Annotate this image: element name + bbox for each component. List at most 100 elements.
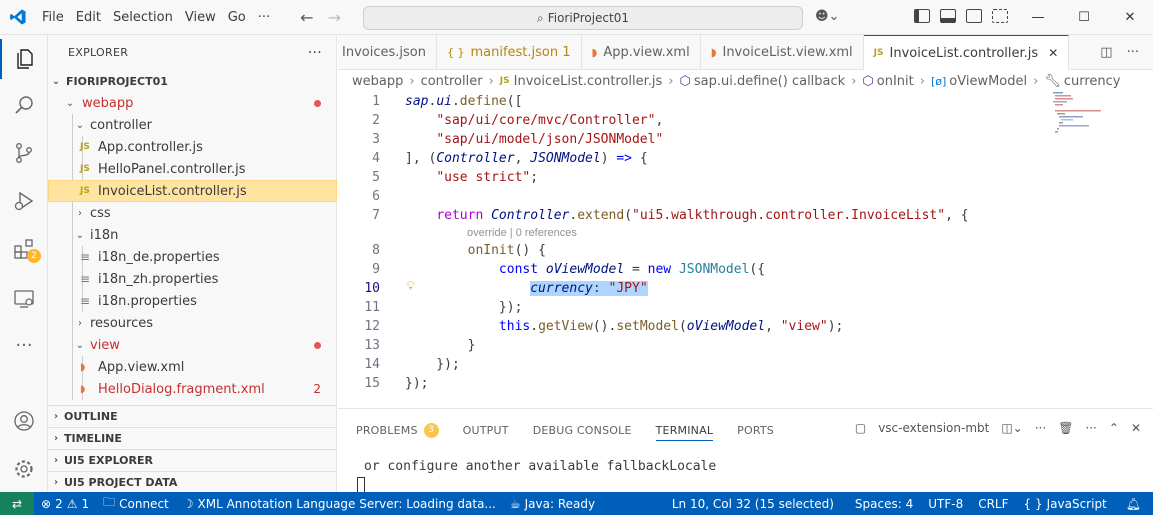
- section-outline[interactable]: › OUTLINE: [48, 405, 337, 427]
- indentation[interactable]: Spaces: 4: [848, 497, 921, 511]
- tree-folder-css[interactable]: › css: [48, 202, 337, 224]
- menu-file[interactable]: File: [36, 10, 70, 25]
- breadcrumb-item[interactable]: currency: [1064, 74, 1121, 89]
- tab-manifest-json[interactable]: { } manifest.json 1: [437, 35, 582, 70]
- tree-file-invoicelist-controller[interactable]: JS InvoiceList.controller.js: [48, 180, 337, 202]
- section-timeline[interactable]: › TIMELINE: [48, 427, 337, 449]
- close-tab-icon[interactable]: ✕: [1048, 46, 1058, 60]
- remote-indicator-icon[interactable]: ⇄: [0, 492, 34, 515]
- tab-invoicelist-controller-js[interactable]: JS InvoiceList.controller.js ✕: [863, 35, 1070, 70]
- remote-explorer-icon[interactable]: [0, 279, 48, 319]
- tab-debug-console[interactable]: DEBUG CONSOLE: [533, 424, 632, 437]
- tree-label: webapp: [82, 95, 134, 111]
- tab-terminal[interactable]: TERMINAL: [655, 424, 714, 441]
- notifications-icon[interactable]: 🔔︎: [1114, 497, 1153, 511]
- tab-invoices-json[interactable]: Invoices.json: [338, 35, 437, 70]
- more-actions-icon[interactable]: ···: [1085, 421, 1096, 435]
- accounts-icon[interactable]: [0, 401, 48, 441]
- section-ui5-project-data[interactable]: › UI5 PROJECT DATA: [48, 471, 337, 493]
- minimize-icon[interactable]: —: [1015, 0, 1061, 35]
- chevron-right-icon: ›: [78, 207, 82, 219]
- split-editor-icon[interactable]: ◫: [1100, 45, 1112, 60]
- tab-ports[interactable]: PORTS: [737, 424, 774, 437]
- tree-label: i18n_zh.properties: [98, 271, 219, 287]
- tree-file-app-view[interactable]: ◗ App.view.xml: [48, 356, 337, 378]
- explorer-icon[interactable]: [0, 39, 48, 79]
- menu-more[interactable]: ···: [252, 10, 276, 25]
- back-arrow-icon[interactable]: ←: [300, 8, 313, 27]
- connect-status[interactable]: 🗀︎ Connect: [96, 493, 176, 514]
- tree-file-app-controller[interactable]: JS App.controller.js: [48, 136, 337, 158]
- toggle-primary-sidebar-icon[interactable]: [914, 9, 930, 23]
- copilot-icon[interactable]: ☻⌄: [815, 9, 839, 24]
- breadcrumb-item[interactable]: sap.ui.define() callback: [694, 74, 845, 89]
- tree-label: App.controller.js: [98, 139, 203, 155]
- minimap[interactable]: [1053, 92, 1113, 142]
- menu-selection[interactable]: Selection: [107, 10, 179, 25]
- editor-actions: ◫ ···: [1086, 35, 1153, 70]
- java-status[interactable]: ☕︎ Java: Ready: [503, 497, 602, 511]
- tab-invoicelist-view-xml[interactable]: ◗ InvoiceList.view.xml: [701, 35, 864, 70]
- codelens[interactable]: override | 0 references: [467, 227, 577, 239]
- tree-file-hellodialog-fragment[interactable]: ◗ HelloDialog.fragment.xml 2: [48, 378, 337, 400]
- tree-file-i18n-zh[interactable]: ≡ i18n_zh.properties: [48, 268, 337, 290]
- more-actions-icon[interactable]: ···: [1127, 45, 1139, 60]
- close-panel-icon[interactable]: ✕: [1131, 421, 1141, 435]
- tab-output[interactable]: OUTPUT: [463, 424, 509, 437]
- code-line: const oViewModel = new JSONModel({: [498, 262, 766, 277]
- menu-view[interactable]: View: [179, 10, 222, 25]
- terminal-name[interactable]: vsc-extension-mbt: [878, 421, 989, 435]
- command-center[interactable]: ⌕ FioriProject01: [363, 6, 803, 30]
- end-of-line[interactable]: CRLF: [971, 497, 1016, 511]
- chevron-up-icon[interactable]: ⌃: [1109, 421, 1119, 435]
- run-debug-icon[interactable]: [0, 181, 48, 221]
- tree-label: HelloDialog.fragment.xml: [98, 381, 265, 397]
- menu-go[interactable]: Go: [222, 10, 252, 25]
- code-editor[interactable]: 1 2 3 4 5 6 7 8 9 10 11 12 13 14 15 💡︎ s…: [338, 92, 1153, 408]
- tree-file-hellopanel-controller[interactable]: JS HelloPanel.controller.js: [48, 158, 337, 180]
- project-root[interactable]: ⌄ FIORIPROJECT01: [48, 70, 337, 92]
- breadcrumb-item[interactable]: InvoiceList.controller.js: [514, 74, 663, 89]
- properties-file-icon: ≡: [80, 250, 91, 264]
- section-ui5-explorer[interactable]: › UI5 EXPLORER: [48, 449, 337, 471]
- breadcrumb: webapp › controller › JS InvoiceList.contr…: [338, 70, 1153, 92]
- toggle-secondary-sidebar-icon[interactable]: [966, 9, 982, 23]
- breadcrumb-item[interactable]: oViewModel: [949, 74, 1027, 89]
- manage-gear-icon[interactable]: [0, 449, 48, 489]
- source-control-icon[interactable]: [0, 133, 48, 173]
- split-terminal-icon[interactable]: ◫⌄: [1001, 421, 1022, 435]
- trash-icon[interactable]: 🗑︎: [1058, 421, 1073, 435]
- tree-folder-resources[interactable]: › resources: [48, 312, 337, 334]
- js-file-icon: JS: [499, 76, 510, 86]
- menu-edit[interactable]: Edit: [70, 10, 107, 25]
- customize-layout-icon[interactable]: [992, 9, 1008, 23]
- menu-bar: File Edit Selection View Go ···: [36, 10, 276, 25]
- more-actions-icon[interactable]: ···: [1035, 421, 1046, 435]
- search-view-icon[interactable]: [0, 85, 48, 125]
- tree-folder-view[interactable]: ⌄ view: [48, 334, 337, 356]
- xml-server-status[interactable]: ☽ XML Annotation Language Server: Loadin…: [176, 497, 503, 511]
- code-line: "use strict";: [436, 170, 539, 185]
- explorer-more-icon[interactable]: ···: [308, 45, 322, 61]
- tree-folder-webapp[interactable]: ⌄ webapp: [48, 92, 337, 114]
- tree-file-i18n-de[interactable]: ≡ i18n_de.properties: [48, 246, 337, 268]
- breadcrumb-item[interactable]: controller: [421, 74, 483, 89]
- tab-app-view-xml[interactable]: ◗ App.view.xml: [582, 35, 701, 70]
- editor-tabs: Invoices.json { } manifest.json 1 ◗ App.…: [338, 35, 1153, 70]
- tab-problems[interactable]: PROBLEMS 3: [356, 422, 439, 438]
- breadcrumb-item[interactable]: onInit: [877, 74, 914, 89]
- more-views-icon[interactable]: ···: [0, 325, 48, 365]
- maximize-icon[interactable]: ☐: [1061, 0, 1107, 35]
- problems-status[interactable]: ⊗ 2 ⚠︎ 1: [34, 497, 96, 511]
- tree-file-i18n[interactable]: ≡ i18n.properties: [48, 290, 337, 312]
- forward-arrow-icon[interactable]: →: [328, 8, 341, 27]
- tree-folder-controller[interactable]: ⌄ controller: [48, 114, 337, 136]
- language-mode[interactable]: { } JavaScript: [1017, 497, 1114, 511]
- encoding[interactable]: UTF-8: [921, 497, 971, 511]
- breadcrumb-item[interactable]: webapp: [352, 74, 403, 89]
- cursor-position[interactable]: Ln 10, Col 32 (15 selected): [665, 497, 848, 511]
- toggle-panel-icon[interactable]: [940, 9, 956, 23]
- close-window-icon[interactable]: ✕: [1107, 0, 1153, 35]
- tree-folder-i18n[interactable]: ⌄ i18n: [48, 224, 337, 246]
- extensions-icon[interactable]: 2: [0, 229, 48, 269]
